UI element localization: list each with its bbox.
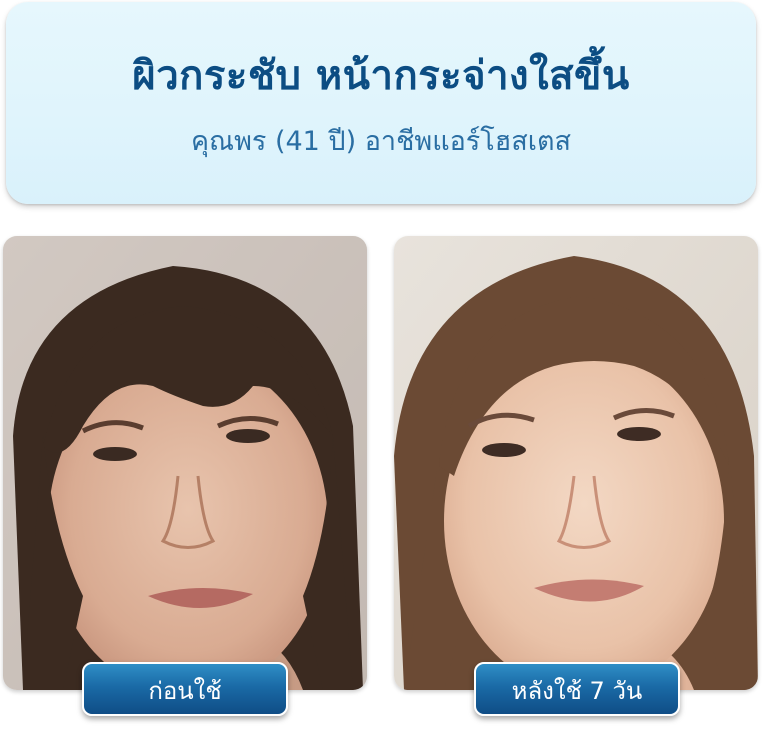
before-photo — [3, 236, 367, 690]
header-card: ผิวกระชับ หน้ากระจ่างใสขึ้น คุณพร (41 ปี… — [6, 2, 756, 204]
after-photo — [394, 236, 758, 690]
page: ผิวกระชับ หน้ากระจ่างใสขึ้น คุณพร (41 ปี… — [0, 0, 768, 739]
after-label: หลังใช้ 7 วัน — [474, 662, 680, 716]
headline: ผิวกระชับ หน้ากระจ่างใสขึ้น — [132, 53, 630, 99]
subline: คุณพร (41 ปี) อาชีพแอร์โฮสเตส — [190, 126, 572, 157]
before-label: ก่อนใช้ — [82, 662, 288, 716]
before-face-image — [3, 236, 367, 690]
after-face-image — [394, 236, 758, 690]
